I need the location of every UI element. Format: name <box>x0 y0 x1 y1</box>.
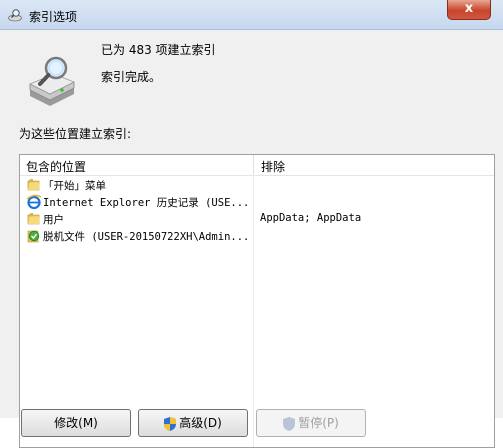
indexing-options-window: 索引选项 x 已为 483 项建立索引 索引完成。 为这些位置建立索引: 包含的… <box>0 0 503 448</box>
uac-shield-icon <box>283 416 296 431</box>
locations-label: 为这些位置建立索引: <box>19 127 132 141</box>
location-name: Internet Explorer 历史记录 (USE... <box>43 197 250 209</box>
column-header-included[interactable]: 包含的位置 <box>26 158 86 175</box>
indexing-drive-icon <box>29 56 75 106</box>
internet-explorer-icon <box>26 194 42 210</box>
exclusions: AppData; AppData <box>260 212 362 224</box>
column-header-excluded[interactable]: 排除 <box>261 158 285 175</box>
list-item[interactable]: 脱机文件 (USER-20150722XH\Admin... <box>20 228 494 245</box>
list-header: 包含的位置 排除 <box>20 155 494 176</box>
column-separator[interactable] <box>253 155 254 175</box>
location-name: 用户 <box>43 214 64 226</box>
close-button[interactable]: x <box>447 0 491 20</box>
list-item[interactable]: Internet Explorer 历史记录 (USE... <box>20 194 494 211</box>
list-item[interactable]: 「开始」菜单 <box>20 177 494 194</box>
dialog-content: 已为 483 项建立索引 索引完成。 为这些位置建立索引: 包含的位置 排除 「… <box>0 30 503 448</box>
folder-icon <box>27 179 40 191</box>
modify-button[interactable]: 修改(M) <box>21 409 131 437</box>
list-item[interactable]: 用户 AppData; AppData <box>20 211 494 228</box>
index-status-text: 索引完成。 <box>101 70 162 84</box>
modify-button-label: 修改(M) <box>54 416 98 430</box>
indexed-count-text: 已为 483 项建立索引 <box>101 43 216 57</box>
advanced-button-label: 高级(D) <box>179 416 222 430</box>
window-title: 索引选项 <box>29 10 78 24</box>
pause-button[interactable]: 暂停(P) <box>256 409 366 437</box>
title-bar[interactable]: 索引选项 x <box>0 0 503 30</box>
folder-icon <box>27 213 40 225</box>
location-name: 「开始」菜单 <box>43 180 106 192</box>
uac-shield-icon <box>164 416 177 431</box>
indexing-options-icon <box>8 9 22 22</box>
location-name: 脱机文件 (USER-20150722XH\Admin... <box>43 231 250 243</box>
indexed-locations-list[interactable]: 包含的位置 排除 「开始」菜单 Internet Explorer 历史记录 (… <box>19 154 495 448</box>
pause-button-label: 暂停(P) <box>298 416 339 430</box>
offline-files-icon <box>27 230 40 243</box>
advanced-button[interactable]: 高级(D) <box>138 409 248 437</box>
